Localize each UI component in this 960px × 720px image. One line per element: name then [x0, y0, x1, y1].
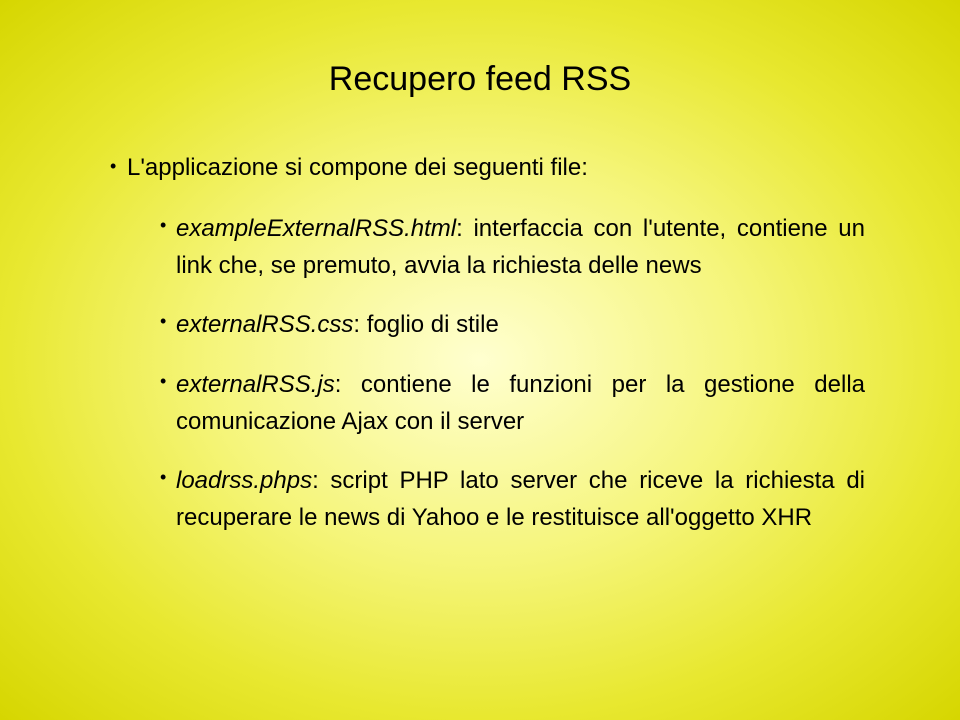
slide: Recupero feed RSS L'applicazione si comp…	[0, 0, 960, 720]
file-desc: : foglio di stile	[353, 311, 498, 338]
file-name: externalRSS.css	[176, 311, 353, 338]
slide-title: Recupero feed RSS	[95, 60, 865, 99]
intro-text: L'applicazione si compone dei seguenti f…	[113, 154, 865, 182]
list-item: externalRSS.css: foglio di stile	[160, 306, 865, 343]
file-name: loadrss.phps	[176, 467, 312, 494]
file-name: exampleExternalRSS.html	[176, 215, 456, 242]
list-item: externalRSS.js: contiene le funzioni per…	[160, 366, 865, 440]
list-item: loadrss.phps: script PHP lato server che…	[160, 462, 865, 536]
file-name: externalRSS.js	[176, 371, 335, 398]
file-list: exampleExternalRSS.html: interfaccia con…	[160, 210, 865, 536]
list-item: exampleExternalRSS.html: interfaccia con…	[160, 210, 865, 284]
